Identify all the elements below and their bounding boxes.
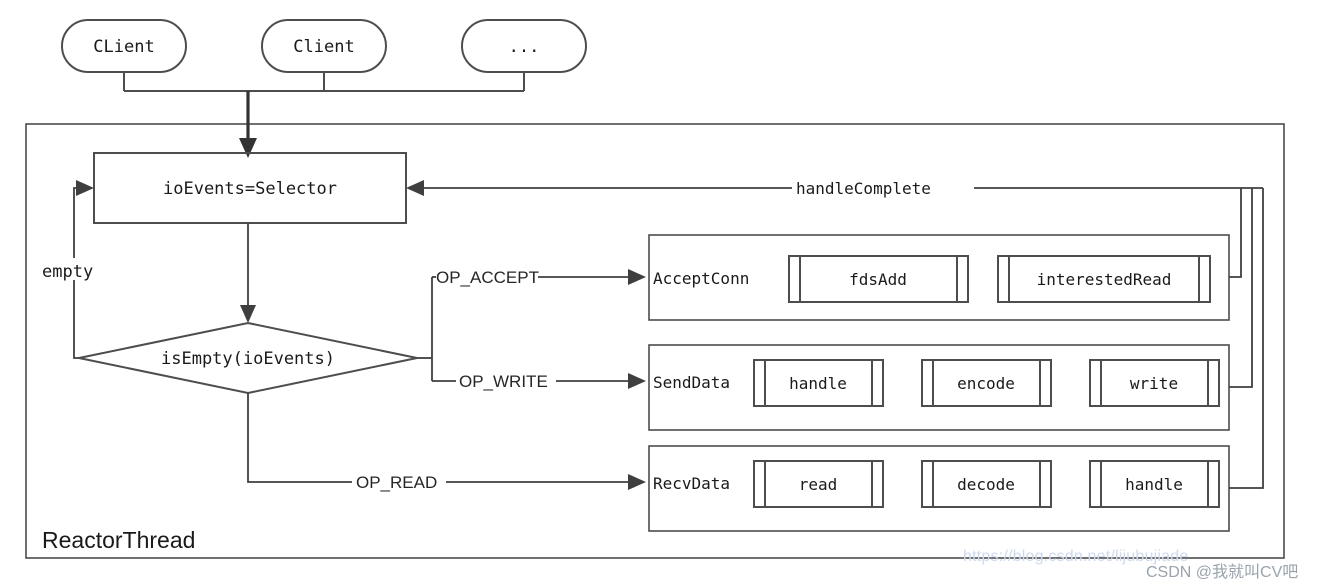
write-label: write [1130, 374, 1178, 393]
process-step-send-handle[interactable]: handle [753, 359, 884, 407]
encode-label: encode [957, 374, 1015, 393]
op-accept-label: OP_ACCEPT [436, 268, 539, 287]
reactor-thread-label: ReactorThread [42, 527, 195, 553]
process-step-decode[interactable]: decode [921, 460, 1052, 508]
client-3-label: ... [509, 37, 540, 57]
interested-read-label: interestedRead [1037, 270, 1172, 289]
client-2-label: Client [293, 37, 354, 57]
selector-to-decision-arrow [240, 223, 256, 323]
send-handle-label: handle [789, 374, 847, 393]
is-empty-decision-label: isEmpty(ioEvents) [161, 349, 335, 369]
client-1-label: CLient [93, 37, 154, 57]
handle-complete-label: handleComplete [796, 179, 931, 198]
process-step-fds-add[interactable]: fdsAdd [788, 255, 969, 303]
read-label: read [799, 475, 838, 494]
is-empty-decision-node[interactable]: isEmpty(ioEvents) [78, 321, 418, 395]
op-accept-arrowhead [628, 269, 646, 285]
client-bus-connector [123, 72, 525, 92]
recv-data-name: RecvData [653, 474, 730, 493]
fds-add-label: fdsAdd [849, 270, 907, 289]
op-write-arrowhead [628, 373, 646, 389]
handler-group-send-data[interactable]: SendData handle encode write [648, 344, 1230, 431]
empty-edge-label: empty [42, 262, 93, 282]
process-step-encode[interactable]: encode [921, 359, 1052, 407]
client-node-2[interactable]: Client [261, 19, 387, 73]
handler-group-recv-data[interactable]: RecvData read decode handle [648, 445, 1230, 532]
process-step-read[interactable]: read [753, 460, 884, 508]
client-node-3[interactable]: ... [461, 19, 587, 73]
handler-group-accept-conn[interactable]: AcceptConn fdsAdd interestedRead [648, 234, 1230, 321]
op-write-label: OP_WRITE [459, 372, 548, 391]
empty-loop-edge: empty [38, 180, 110, 359]
diagram-canvas: CLient Client ... ReactorThread ioEvents… [0, 0, 1318, 588]
io-events-selector-label: ioEvents=Selector [163, 179, 337, 199]
accept-conn-name: AcceptConn [653, 269, 749, 288]
process-step-recv-handle[interactable]: handle [1089, 460, 1220, 508]
decode-label: decode [957, 475, 1015, 494]
reactor-thread-flowchart: CLient Client ... ReactorThread ioEvents… [25, 19, 1285, 559]
handle-complete-arrowhead [406, 180, 424, 196]
recv-handle-label: handle [1125, 475, 1183, 494]
client-node-1[interactable]: CLient [61, 19, 187, 73]
process-step-interested-read[interactable]: interestedRead [997, 255, 1211, 303]
process-step-write[interactable]: write [1089, 359, 1220, 407]
send-data-name: SendData [653, 373, 730, 392]
op-read-arrowhead [628, 474, 646, 490]
op-read-label: OP_READ [356, 473, 437, 492]
handle-complete-return-edges: handleComplete [406, 179, 1264, 489]
decision-branch-lines [247, 276, 634, 483]
io-events-selector-node[interactable]: ioEvents=Selector [93, 152, 407, 224]
